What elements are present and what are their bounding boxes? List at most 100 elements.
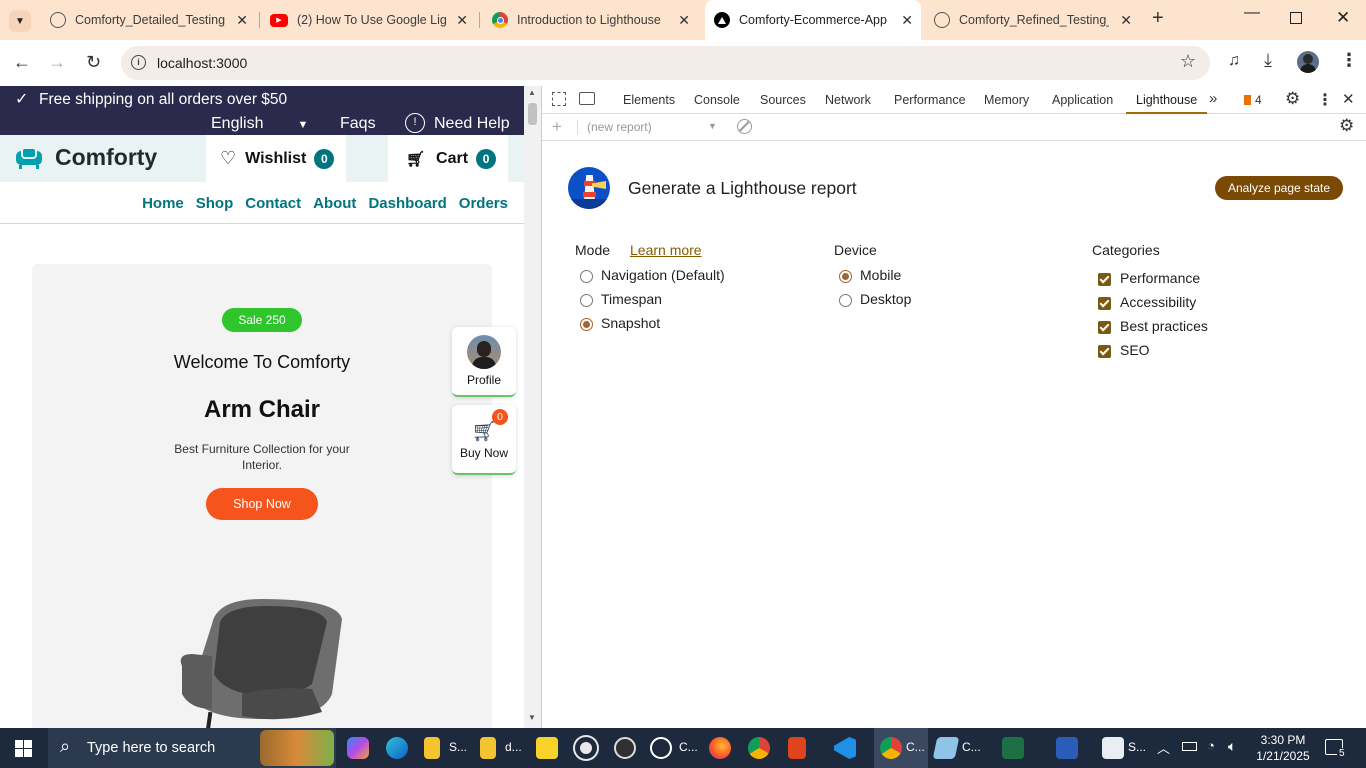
buy-now-float-button[interactable]: 0 🛒︎ Buy Now xyxy=(452,405,516,475)
scroll-down-icon[interactable]: ▼ xyxy=(528,713,536,722)
media-player-icon[interactable] xyxy=(536,737,558,759)
scrollbar-thumb[interactable] xyxy=(528,103,537,125)
github-icon[interactable] xyxy=(575,737,597,759)
devtools-close-icon[interactable]: ✕ xyxy=(1342,90,1355,108)
nav-contact[interactable]: Contact xyxy=(245,195,301,212)
device-toolbar-icon[interactable] xyxy=(579,92,595,105)
page-scrollbar[interactable]: ▲ ▼ xyxy=(524,86,541,728)
obs-icon[interactable] xyxy=(614,737,636,759)
faqs-link[interactable]: Faqs xyxy=(340,115,376,133)
tab-list-button[interactable]: ▼ xyxy=(9,10,31,32)
close-tab-icon[interactable]: ✕ xyxy=(678,12,690,29)
chatgpt-icon[interactable] xyxy=(650,737,672,759)
mode-snapshot-radio[interactable]: Snapshot xyxy=(580,315,660,331)
category-seo-checkbox[interactable]: SEO xyxy=(1098,342,1150,358)
nav-about[interactable]: About xyxy=(313,195,356,212)
tab-application[interactable]: Application xyxy=(1052,93,1113,107)
browser-tab-active[interactable]: Comforty-Ecommerce-App ✕ xyxy=(705,0,921,40)
scroll-up-icon[interactable]: ▲ xyxy=(528,88,536,97)
close-window-icon[interactable]: ✕ xyxy=(1336,8,1350,28)
analyze-page-button[interactable]: Analyze page state xyxy=(1215,176,1343,200)
word-icon[interactable] xyxy=(1056,737,1078,759)
close-tab-icon[interactable]: ✕ xyxy=(456,12,468,29)
devtools-settings-icon[interactable]: ⚙ xyxy=(1285,89,1300,109)
clear-all-icon[interactable] xyxy=(737,119,752,134)
more-tabs-icon[interactable]: » xyxy=(1209,90,1217,107)
tab-performance[interactable]: Performance xyxy=(894,93,966,107)
profile-avatar[interactable] xyxy=(1297,51,1319,73)
tab-sources[interactable]: Sources xyxy=(760,93,806,107)
back-icon[interactable]: ← xyxy=(13,52,31,73)
close-tab-icon[interactable]: ✕ xyxy=(236,12,248,29)
new-report-icon[interactable]: + xyxy=(552,117,562,137)
windows-start-icon[interactable] xyxy=(15,740,32,757)
checkbox-checked[interactable] xyxy=(1098,320,1111,334)
devtools-menu-icon[interactable]: ⋮ xyxy=(1317,90,1333,110)
device-desktop-radio[interactable]: Desktop xyxy=(839,291,911,307)
vscode-icon[interactable] xyxy=(834,737,856,759)
nav-orders[interactable]: Orders xyxy=(459,195,508,212)
app-icon[interactable] xyxy=(932,737,960,759)
reload-icon[interactable]: ↻ xyxy=(86,52,101,73)
learn-more-link[interactable]: Learn more xyxy=(630,242,702,258)
radio-button[interactable] xyxy=(580,269,593,283)
radio-button-selected[interactable] xyxy=(839,269,852,283)
checkbox-checked[interactable] xyxy=(1098,296,1111,310)
nav-home[interactable]: Home xyxy=(142,195,184,212)
shop-now-button[interactable]: Shop Now xyxy=(206,488,318,520)
issues-badge[interactable]: 4 xyxy=(1244,93,1262,107)
chrome-icon[interactable] xyxy=(748,737,770,759)
radio-button[interactable] xyxy=(580,293,593,307)
clock[interactable]: 3:30 PM 1/21/2025 xyxy=(1253,732,1313,764)
category-performance-checkbox[interactable]: Performance xyxy=(1098,270,1200,286)
checkbox-checked[interactable] xyxy=(1098,344,1111,358)
show-hidden-icons[interactable]: ︿ xyxy=(1157,738,1170,757)
lighthouse-settings-icon[interactable]: ⚙ xyxy=(1339,116,1354,136)
checkbox-checked[interactable] xyxy=(1098,272,1111,286)
download-icon[interactable]: ⤓ xyxy=(1264,50,1272,71)
tab-memory[interactable]: Memory xyxy=(984,93,1029,107)
firefox-icon[interactable] xyxy=(709,737,731,759)
tab-network[interactable]: Network xyxy=(825,93,871,107)
close-tab-icon[interactable]: ✕ xyxy=(901,12,913,29)
need-help-link[interactable]: Need Help xyxy=(434,115,510,133)
category-accessibility-checkbox[interactable]: Accessibility xyxy=(1098,294,1196,310)
browser-menu-icon[interactable]: ⋮ xyxy=(1340,50,1358,71)
wishlist-button[interactable]: ♡ Wishlist 0 xyxy=(206,135,346,182)
tab-lighthouse[interactable]: Lighthouse xyxy=(1125,93,1208,114)
address-bar[interactable]: i localhost:3000 ☆ xyxy=(121,46,1210,80)
browser-tab[interactable]: Comforty_Refined_Testing_/ ✕ xyxy=(928,0,1140,40)
nav-shop[interactable]: Shop xyxy=(196,195,234,212)
volume-icon[interactable]: 🔈︎ xyxy=(1228,738,1236,755)
report-select[interactable]: (new report) ▼ xyxy=(587,120,717,134)
inspect-element-icon[interactable] xyxy=(552,92,566,106)
language-select[interactable]: English ▼ xyxy=(211,115,308,133)
mode-timespan-radio[interactable]: Timespan xyxy=(580,291,662,307)
cart-button[interactable]: 🛒︎ Cart 0 xyxy=(388,135,508,182)
browser-tab[interactable]: Introduction to Lighthouse ✕ xyxy=(486,0,698,40)
close-tab-icon[interactable]: ✕ xyxy=(1120,12,1132,29)
tab-elements[interactable]: Elements xyxy=(623,93,675,107)
photos-icon[interactable] xyxy=(1102,737,1124,759)
browser-tab[interactable]: Comforty_Detailed_Testing_/ ✕ xyxy=(44,0,256,40)
browser-tab[interactable]: ▶ (2) How To Use Google Light ✕ xyxy=(264,0,476,40)
device-mobile-radio[interactable]: Mobile xyxy=(839,267,901,283)
radio-button[interactable] xyxy=(839,293,852,307)
wifi-icon[interactable]: ◔ xyxy=(1207,738,1215,753)
office-icon[interactable] xyxy=(788,737,806,759)
tab-console[interactable]: Console xyxy=(694,93,740,107)
forward-icon[interactable]: → xyxy=(48,52,66,73)
radio-button-selected[interactable] xyxy=(580,317,593,331)
profile-float-button[interactable]: Profile xyxy=(452,327,516,397)
restore-icon[interactable] xyxy=(1290,12,1302,24)
file-explorer-icon[interactable] xyxy=(424,737,440,759)
site-info-icon[interactable]: i xyxy=(131,55,146,70)
edge-icon[interactable] xyxy=(386,737,408,759)
new-tab-icon[interactable]: + xyxy=(1152,7,1164,30)
copilot-icon[interactable] xyxy=(347,737,369,759)
nav-dashboard[interactable]: Dashboard xyxy=(368,195,446,212)
minimize-icon[interactable]: — xyxy=(1244,4,1260,22)
site-logo[interactable]: Comforty xyxy=(16,144,157,171)
category-best-practices-checkbox[interactable]: Best practices xyxy=(1098,318,1208,334)
bookmark-star-icon[interactable]: ☆ xyxy=(1180,51,1196,72)
